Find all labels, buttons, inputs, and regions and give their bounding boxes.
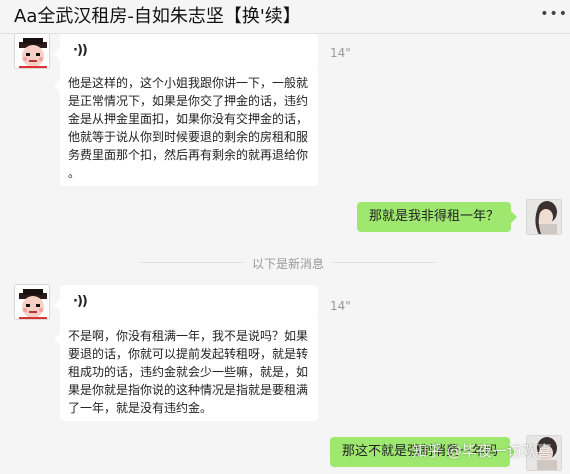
voice-transcript-text: 不是啊，你没有租满一年，我不是说吗？如果 要退的话，你就可以提前发起转租呀，就是… xyxy=(68,329,309,415)
own-avatar[interactable] xyxy=(526,199,562,235)
zhihu-watermark: 知乎 @毕夜一访欢喜 xyxy=(412,442,552,460)
voice-transcript-bubble: 他是这样的，这个小姐我跟你讲一下，一般就 是正常情况下，如果是你交了押金的话，违… xyxy=(54,66,318,186)
voice-message-bubble[interactable]: ·)) xyxy=(54,34,318,66)
new-messages-label: 以下是新消息 xyxy=(243,257,332,271)
voice-transcript-text: 他是这样的，这个小姐我跟你讲一下，一般就 是正常情况下，如果是你交了押金的话，违… xyxy=(68,76,309,180)
voice-playback-icon[interactable]: ·)) xyxy=(73,42,88,60)
contact-avatar[interactable] xyxy=(14,33,50,69)
more-dots-icon[interactable]: ••• xyxy=(540,6,568,22)
title-bar: Aa全武汉租房-自如朱志坚【换'续】 ••• xyxy=(0,0,570,34)
voice-transcript-bubble: 不是啊，你没有租满一年，我不是说吗？如果 要退的话，你就可以提前发起转租呀，就是… xyxy=(54,319,318,421)
sent-message-text: 那就是我非得租一年？ xyxy=(369,209,500,224)
new-messages-divider: 以下是新消息 xyxy=(0,255,570,272)
voice-message-bubble[interactable]: ·)) xyxy=(54,285,318,319)
contact-avatar[interactable] xyxy=(14,284,50,320)
voice-playback-icon[interactable]: ·)) xyxy=(73,293,88,311)
voice-duration: 14" xyxy=(330,299,351,313)
voice-duration: 14" xyxy=(330,46,351,60)
sent-message-bubble[interactable]: 那就是我非得租一年？ xyxy=(357,202,518,232)
chat-title: Aa全武汉租房-自如朱志坚【换'续】 xyxy=(14,6,301,27)
